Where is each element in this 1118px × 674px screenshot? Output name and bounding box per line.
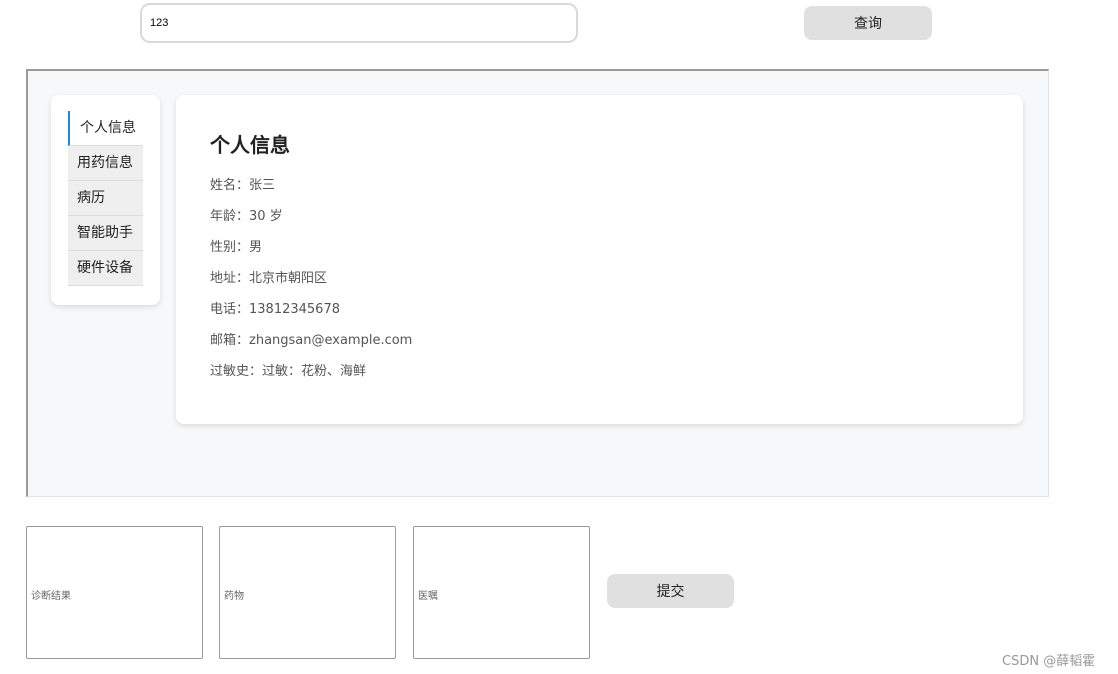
medication-placeholder: 药物 xyxy=(224,591,244,602)
sidebar-item-medical-record[interactable]: 病历 xyxy=(68,181,143,216)
query-button[interactable]: 查询 xyxy=(804,6,932,40)
sidebar-item-hardware-device[interactable]: 硬件设备 xyxy=(68,251,143,286)
allergy-field: 过敏史：过敏：花粉、海鲜 xyxy=(210,364,367,379)
age-field: 年龄：30 岁 xyxy=(210,209,283,224)
gender-field: 性别：男 xyxy=(210,240,263,255)
advice-textarea[interactable]: 医嘱 xyxy=(413,526,590,659)
name-field: 姓名：张三 xyxy=(210,178,276,193)
advice-placeholder: 医嘱 xyxy=(418,591,438,602)
sidebar-item-smart-assistant[interactable]: 智能助手 xyxy=(68,216,143,251)
diagnosis-textarea[interactable]: 诊断结果 xyxy=(26,526,203,659)
address-field: 地址：北京市朝阳区 xyxy=(210,271,328,286)
search-input[interactable] xyxy=(140,3,578,43)
submit-button[interactable]: 提交 xyxy=(607,574,734,608)
sidebar-item-medication-info[interactable]: 用药信息 xyxy=(68,146,143,181)
diagnosis-placeholder: 诊断结果 xyxy=(31,591,71,602)
sidebar-item-personal-info[interactable]: 个人信息 xyxy=(68,111,143,146)
sidebar: 个人信息 用药信息 病历 智能助手 硬件设备 xyxy=(51,95,160,305)
email-field: 邮箱：zhangsan@example.com xyxy=(210,333,413,348)
medication-textarea[interactable]: 药物 xyxy=(219,526,396,659)
watermark-text: CSDN @薛韬霍 xyxy=(1002,654,1096,669)
phone-field: 电话：13812345678 xyxy=(210,302,340,317)
personal-info-title: 个人信息 xyxy=(210,133,290,157)
